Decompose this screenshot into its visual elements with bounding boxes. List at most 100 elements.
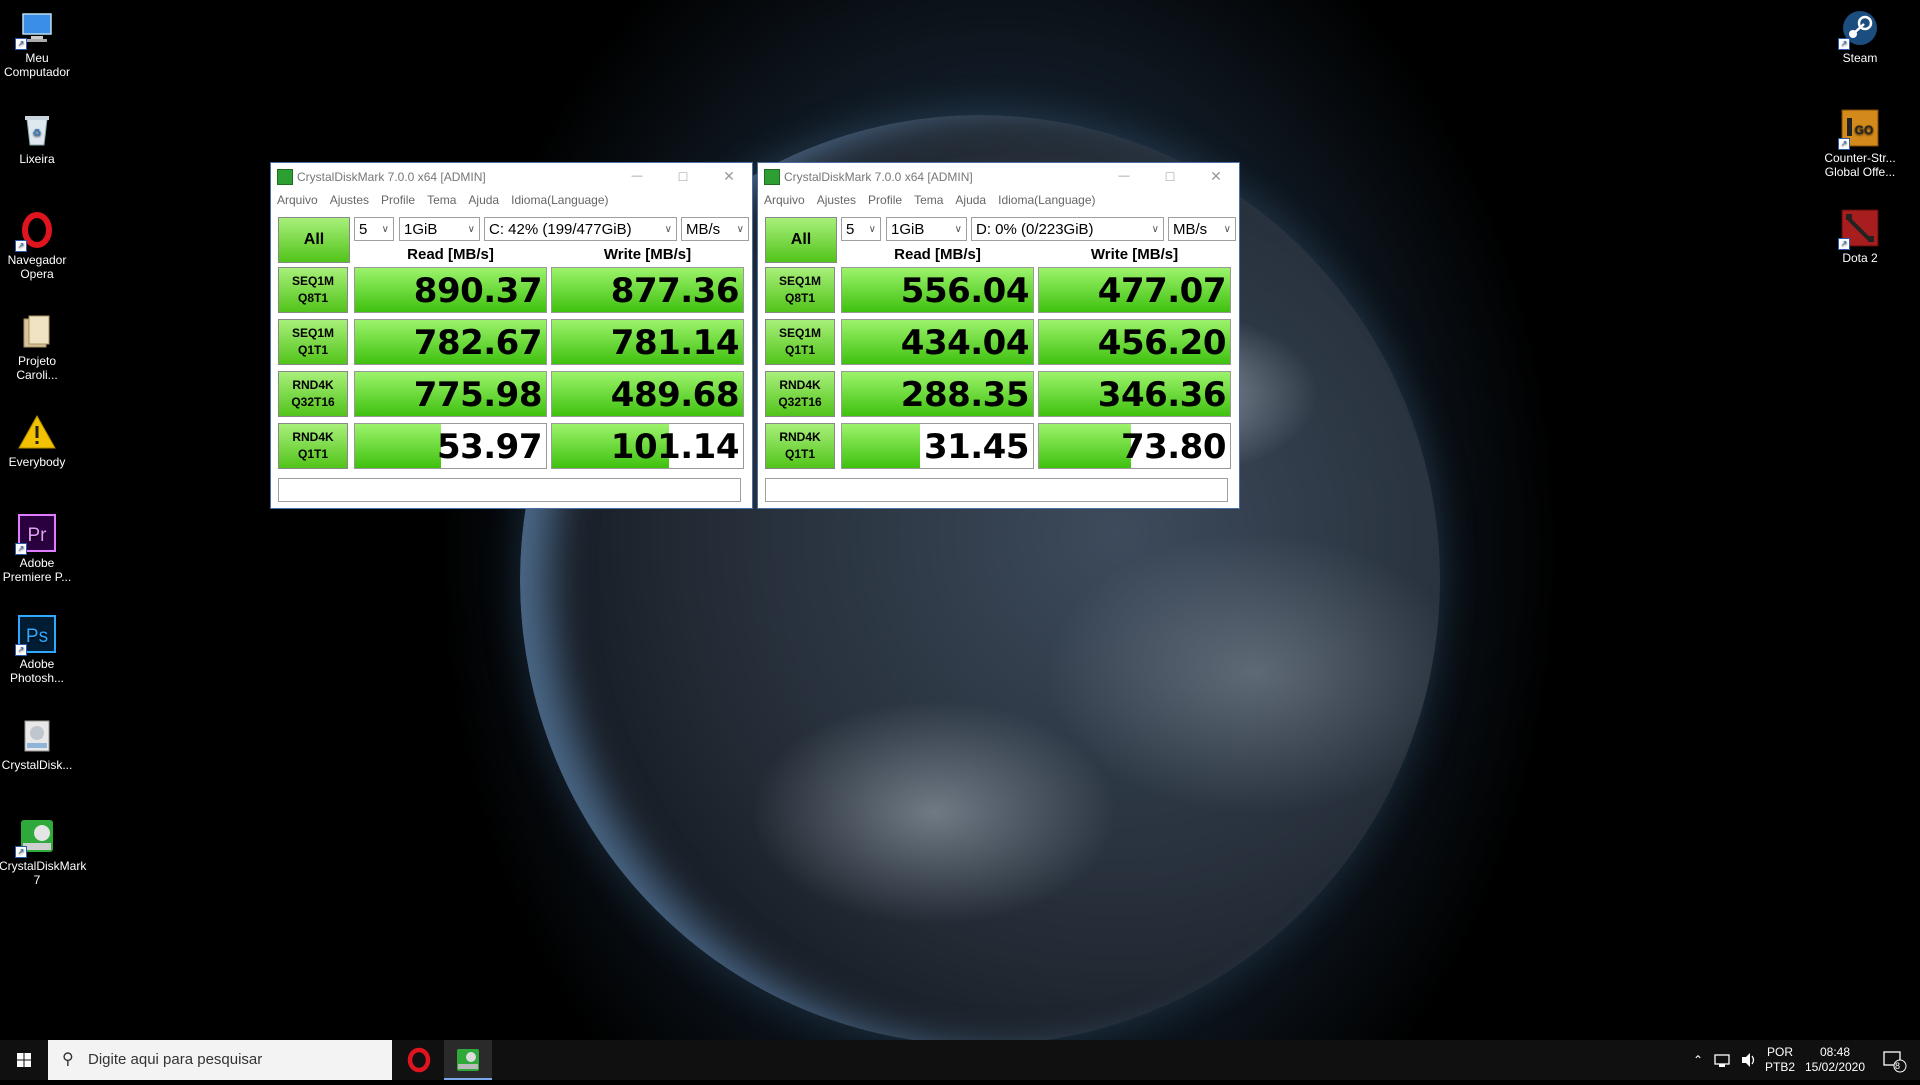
menu-item-profile[interactable]: Profile xyxy=(868,190,902,210)
minimize-button[interactable]: — xyxy=(1101,163,1147,190)
crystaldiskmark-icon: ↗ xyxy=(15,816,57,858)
crystaldisk-icon xyxy=(17,715,57,755)
network-icon[interactable] xyxy=(1712,1040,1734,1080)
volume-icon[interactable] xyxy=(1738,1040,1760,1080)
tray-chevron-up-icon[interactable]: ⌃ xyxy=(1688,1040,1708,1080)
test-size-select-value: 1GiB xyxy=(404,221,438,238)
menu-item-arquivo[interactable]: Arquivo xyxy=(764,190,805,210)
desktop-icon-recycle-bin[interactable]: ♻ Lixeira xyxy=(0,109,75,166)
test-button[interactable]: RND4K Q32T16 xyxy=(765,371,835,417)
desktop-icon-label: Adobe Photosh... xyxy=(9,657,65,685)
desktop-icon-csgo[interactable]: GO ↗ Counter-Str... Global Offe... xyxy=(1822,108,1898,179)
menu-item-idiomalanguage[interactable]: Idioma(Language) xyxy=(998,190,1095,210)
clock-time: 08:48 xyxy=(1819,1045,1851,1059)
svg-text:GO: GO xyxy=(1855,123,1874,137)
test-count-select-value: 5 xyxy=(846,221,855,238)
test-button[interactable]: SEQ1M Q1T1 xyxy=(278,319,348,365)
title-bar[interactable]: CrystalDiskMark 7.0.0 x64 [ADMIN] — □ ✕ xyxy=(758,163,1239,190)
taskbar: ⚲ Digite aqui para pesquisar ⌃ POR PTB2 … xyxy=(0,1040,1920,1080)
all-button[interactable]: All xyxy=(278,217,350,263)
read-result-cell: 288.35 xyxy=(841,371,1034,417)
crystaldiskmark-app-icon xyxy=(277,169,293,185)
desktop-icon-crystaldiskmark[interactable]: ↗ CrystalDiskMark 7 xyxy=(0,816,87,887)
desktop-icon-opera[interactable]: ↗ Navegador Opera xyxy=(0,210,75,281)
chevron-down-icon: ∨ xyxy=(664,224,672,235)
desktop-icon-warning[interactable]: Everybody xyxy=(0,412,75,469)
crystaldiskmark-window: CrystalDiskMark 7.0.0 x64 [ADMIN] — □ ✕ Arqu… xyxy=(757,162,1240,509)
write-result-value: 489.68 xyxy=(610,375,740,415)
menu-item-tema[interactable]: Tema xyxy=(914,190,943,210)
menu-item-profile[interactable]: Profile xyxy=(381,190,415,210)
test-button[interactable]: RND4K Q32T16 xyxy=(278,371,348,417)
menu-item-ajuda[interactable]: Ajuda xyxy=(468,190,499,210)
desktop-icon-premiere[interactable]: Pr ↗ Adobe Premiere P... xyxy=(0,513,75,584)
menu-item-tema[interactable]: Tema xyxy=(427,190,456,210)
test-size-select[interactable]: 1GiB ∨ xyxy=(399,217,480,241)
shortcut-arrow-icon: ↗ xyxy=(1838,238,1850,250)
chevron-down-icon: ∨ xyxy=(381,224,389,235)
drive-select-value: C: 42% (199/477GiB) xyxy=(489,221,632,238)
desktop-icon-dota2[interactable]: ↗ Dota 2 xyxy=(1822,208,1898,265)
test-size-select[interactable]: 1GiB ∨ xyxy=(886,217,967,241)
desktop-icon-label: Projeto Caroli... xyxy=(16,354,58,382)
minimize-button[interactable]: — xyxy=(614,163,660,190)
clock[interactable]: 08:48 15/02/2020 xyxy=(1800,1040,1870,1085)
desktop-icon-photoshop[interactable]: Ps ↗ Adobe Photosh... xyxy=(0,614,75,685)
desktop-icon-crystaldisk[interactable]: CrystalDisk... xyxy=(0,715,75,772)
action-center-button[interactable]: 8 xyxy=(1878,1040,1908,1080)
test-params: Q1T1 xyxy=(784,447,815,461)
desktop-icon-label: Navegador Opera xyxy=(7,253,67,281)
test-button[interactable]: SEQ1M Q8T1 xyxy=(278,267,348,313)
menu-item-ajuda[interactable]: Ajuda xyxy=(955,190,986,210)
desktop-icon-label: CrystalDiskMark 7 xyxy=(0,859,87,887)
test-count-select[interactable]: 5 ∨ xyxy=(354,217,394,241)
menu-item-ajustes[interactable]: Ajustes xyxy=(817,190,856,210)
comment-field[interactable] xyxy=(765,478,1228,502)
test-name: SEQ1M xyxy=(778,326,821,340)
language-indicator[interactable]: POR PTB2 xyxy=(1762,1040,1798,1085)
taskbar-search-box[interactable]: ⚲ Digite aqui para pesquisar xyxy=(48,1040,392,1080)
maximize-button[interactable]: □ xyxy=(660,163,706,190)
test-count-select[interactable]: 5 ∨ xyxy=(841,217,881,241)
taskbar-opera-button[interactable] xyxy=(395,1040,443,1080)
desktop-icon-computer[interactable]: ↗ Meu Computador xyxy=(0,8,75,79)
title-bar[interactable]: CrystalDiskMark 7.0.0 x64 [ADMIN] — □ ✕ xyxy=(271,163,752,190)
read-result-value: 53.97 xyxy=(436,427,543,467)
test-button[interactable]: RND4K Q1T1 xyxy=(278,423,348,469)
write-result-cell: 456.20 xyxy=(1038,319,1231,365)
chevron-down-icon: ∨ xyxy=(1223,224,1231,235)
close-button[interactable]: ✕ xyxy=(1193,163,1239,190)
premiere-icon: Pr ↗ xyxy=(15,513,57,555)
start-button[interactable] xyxy=(0,1040,48,1080)
unit-select[interactable]: MB/s ∨ xyxy=(1168,217,1236,241)
test-button[interactable]: SEQ1M Q8T1 xyxy=(765,267,835,313)
test-name: RND4K xyxy=(779,430,821,444)
close-button[interactable]: ✕ xyxy=(706,163,752,190)
test-button[interactable]: SEQ1M Q1T1 xyxy=(765,319,835,365)
test-params: Q1T1 xyxy=(297,447,328,461)
taskbar-crystaldiskmark-button[interactable] xyxy=(444,1040,492,1080)
maximize-button[interactable]: □ xyxy=(1147,163,1193,190)
comment-field[interactable] xyxy=(278,478,741,502)
write-result-cell: 877.36 xyxy=(551,267,744,313)
write-result-value: 477.07 xyxy=(1097,271,1227,311)
desktop-icon-label: CrystalDisk... xyxy=(1,758,73,772)
menu-item-ajustes[interactable]: Ajustes xyxy=(330,190,369,210)
write-result-bar xyxy=(1039,424,1131,468)
menu-bar: Arquivo Ajustes Profile Tema Ajuda Idioma(Lan… xyxy=(271,190,752,210)
all-button[interactable]: All xyxy=(765,217,837,263)
write-column-header: Write [MB/s] xyxy=(603,246,692,263)
read-result-value: 288.35 xyxy=(900,375,1030,415)
menu-item-arquivo[interactable]: Arquivo xyxy=(277,190,318,210)
test-name: SEQ1M xyxy=(291,326,334,340)
drive-select[interactable]: D: 0% (0/223GiB) ∨ xyxy=(971,217,1164,241)
desktop-icon-steam[interactable]: ↗ Steam xyxy=(1822,8,1898,65)
desktop-icon-folder[interactable]: Projeto Caroli... xyxy=(0,311,75,382)
test-button[interactable]: RND4K Q1T1 xyxy=(765,423,835,469)
drive-select[interactable]: C: 42% (199/477GiB) ∨ xyxy=(484,217,677,241)
menu-item-idiomalanguage[interactable]: Idioma(Language) xyxy=(511,190,608,210)
unit-select[interactable]: MB/s ∨ xyxy=(681,217,749,241)
dota2-icon: ↗ xyxy=(1838,208,1880,250)
write-result-value: 73.80 xyxy=(1120,427,1227,467)
read-result-value: 775.98 xyxy=(413,375,543,415)
